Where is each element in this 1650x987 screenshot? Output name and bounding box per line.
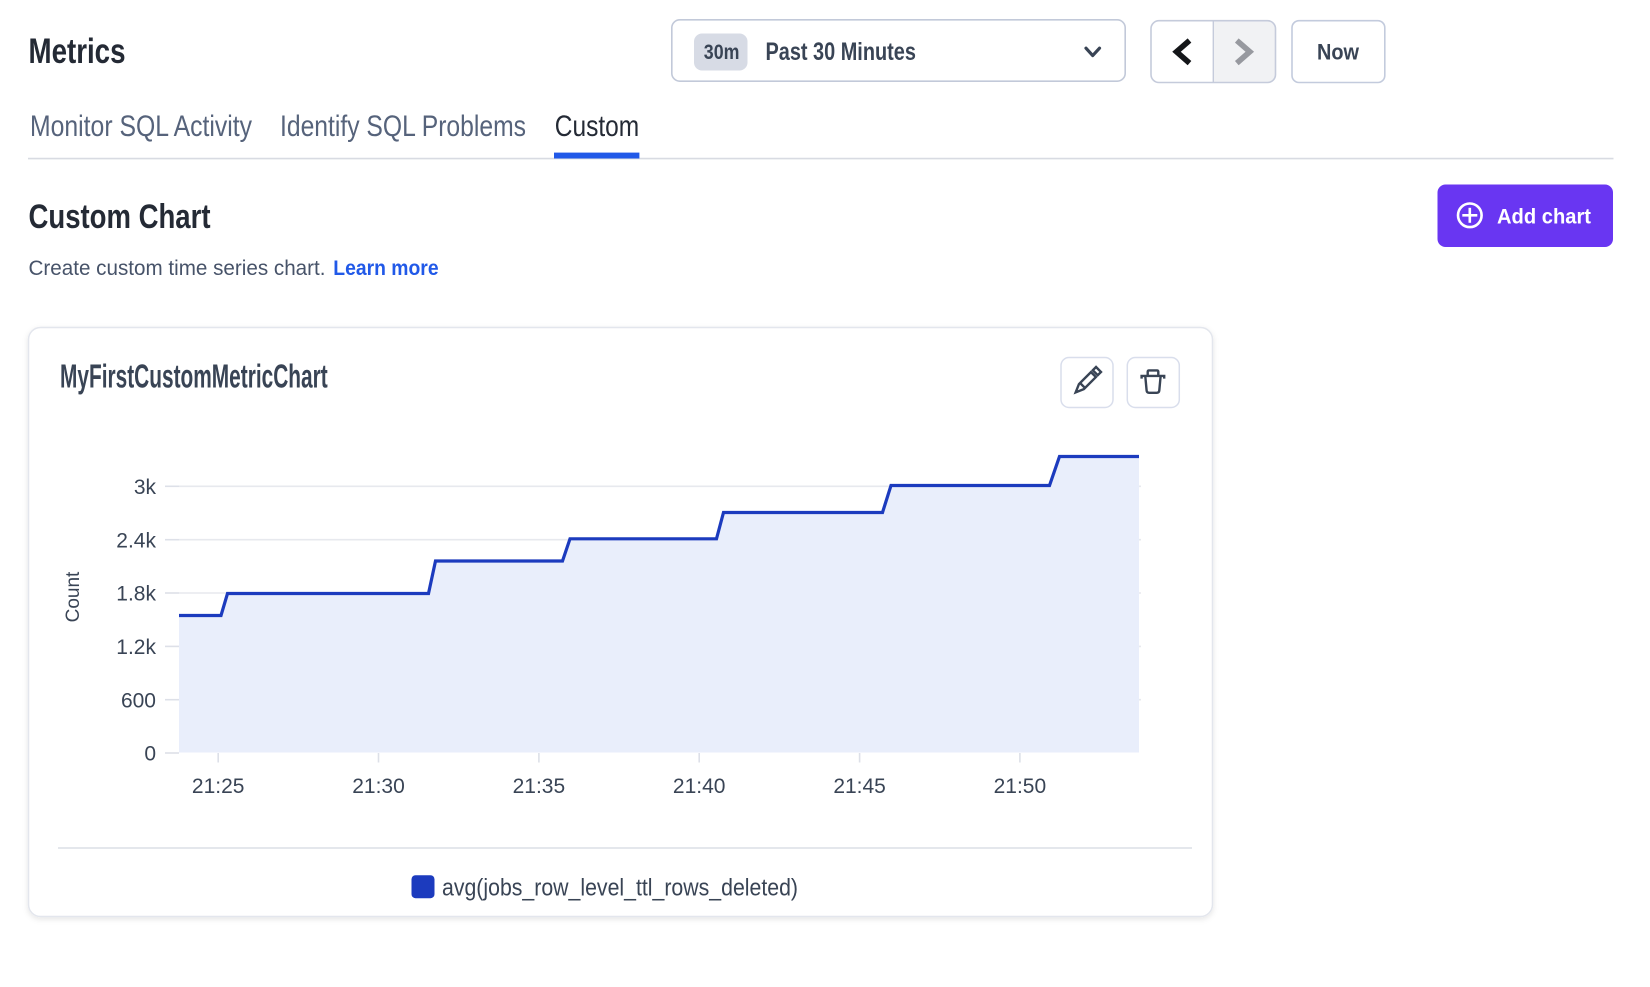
svg-text:MyFirstCustomMetricChart: MyFirstCustomMetricChart xyxy=(60,358,328,395)
svg-text:Identify SQL Problems: Identify SQL Problems xyxy=(280,110,526,143)
svg-text:1.2k: 1.2k xyxy=(116,636,156,659)
svg-text:Learn more: Learn more xyxy=(333,256,438,280)
svg-text:Monitor SQL Activity: Monitor SQL Activity xyxy=(30,110,252,143)
svg-text:1.8k: 1.8k xyxy=(116,583,156,606)
svg-text:Custom: Custom xyxy=(555,110,639,143)
svg-text:2.4k: 2.4k xyxy=(116,529,156,552)
svg-text:21:25: 21:25 xyxy=(192,775,245,798)
svg-text:Past 30 Minutes: Past 30 Minutes xyxy=(766,38,916,66)
svg-text:21:35: 21:35 xyxy=(513,775,566,798)
svg-text:21:45: 21:45 xyxy=(833,775,886,798)
svg-text:Count: Count xyxy=(63,571,84,622)
svg-text:Custom Chart: Custom Chart xyxy=(29,198,211,236)
svg-text:30m: 30m xyxy=(704,41,740,64)
svg-text:Metrics: Metrics xyxy=(29,32,126,71)
svg-text:0: 0 xyxy=(144,743,156,766)
svg-text:21:30: 21:30 xyxy=(352,775,405,798)
svg-text:Now: Now xyxy=(1317,39,1360,64)
svg-text:21:40: 21:40 xyxy=(673,775,726,798)
svg-text:Add chart: Add chart xyxy=(1497,204,1591,228)
svg-text:avg(jobs_row_level_ttl_rows_de: avg(jobs_row_level_ttl_rows_deleted) xyxy=(442,875,798,902)
svg-text:600: 600 xyxy=(121,689,156,712)
svg-text:3k: 3k xyxy=(134,476,157,499)
svg-text:21:50: 21:50 xyxy=(994,775,1047,798)
svg-text:Create custom time series char: Create custom time series chart. xyxy=(29,256,326,280)
